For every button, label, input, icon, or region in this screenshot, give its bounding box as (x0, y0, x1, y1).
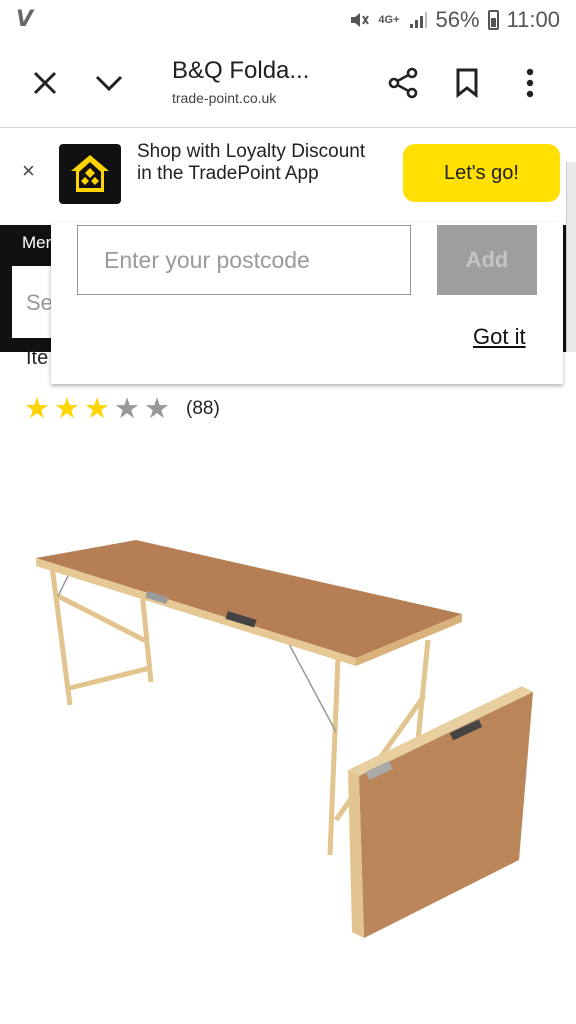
star-icon: ★ (24, 393, 50, 425)
carrier-icon: V (16, 7, 34, 32)
star-icon: ★ (54, 393, 80, 425)
close-tab-button[interactable] (28, 66, 62, 100)
network-type: 4G+ (378, 14, 400, 26)
battery-icon (487, 10, 499, 30)
got-it-link[interactable]: Got it (473, 324, 526, 350)
page-info: B&Q Folda... trade-point.co.uk (172, 56, 309, 106)
signal-icon (409, 12, 427, 28)
mute-icon (351, 13, 370, 27)
status-bar: V 4G+ 56% 11:00 (0, 0, 576, 40)
site-search-placeholder: Se (26, 290, 53, 315)
page-scroll-edge (566, 162, 576, 352)
postcode-popup: Add Got it (51, 222, 563, 384)
bookmark-icon (456, 68, 478, 98)
house-logo-icon (71, 155, 109, 192)
product-rating[interactable]: ★ ★ ★ ★ ★ (88) (24, 393, 220, 425)
star-icon: ★ (114, 393, 140, 425)
page-url: trade-point.co.uk (172, 90, 277, 106)
browser-toolbar: B&Q Folda... trade-point.co.uk (0, 40, 576, 128)
banner-close-button[interactable]: × (22, 158, 35, 184)
menu-button[interactable]: Mer (22, 233, 51, 253)
lets-go-button[interactable]: Let's go! (403, 144, 560, 202)
product-image[interactable] (0, 500, 576, 960)
add-postcode-button[interactable]: Add (437, 225, 537, 295)
battery-percent: 56% (435, 7, 480, 32)
more-options-button[interactable] (516, 64, 544, 102)
minimize-button[interactable] (92, 66, 126, 100)
banner-message: Shop with Loyalty Discount in the TradeP… (137, 141, 366, 184)
clock: 11:00 (506, 7, 560, 32)
page-title: B&Q Folda... (172, 57, 310, 84)
status-indicators: 4G+ 56% 11:00 (348, 6, 560, 34)
share-icon (388, 67, 418, 99)
bookmark-button[interactable] (450, 64, 484, 102)
postcode-input[interactable] (77, 225, 411, 295)
close-icon (33, 71, 57, 95)
review-count: (88) (186, 398, 220, 419)
more-vert-icon (526, 68, 534, 98)
star-icon: ★ (144, 393, 170, 425)
chevron-down-icon (95, 75, 123, 92)
items-label: Ite (26, 347, 49, 369)
share-button[interactable] (384, 64, 422, 102)
tradepoint-app-logo (59, 144, 121, 204)
star-icon: ★ (84, 393, 110, 425)
